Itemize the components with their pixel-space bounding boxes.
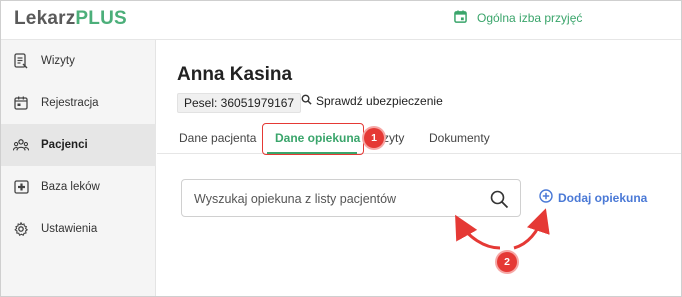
check-insurance-link[interactable]: Sprawdź ubezpieczenie (301, 94, 443, 108)
ward-selector[interactable]: Ogólna izba przyjęć (454, 10, 582, 26)
plus-circle-icon (539, 189, 553, 206)
search-icon[interactable] (488, 188, 510, 210)
calendar-icon (13, 95, 29, 111)
medical-cross-icon (13, 179, 29, 195)
add-guardian-label: Dodaj opiekuna (558, 190, 648, 205)
sidebar-item-wizyty[interactable]: Wizyty (1, 40, 156, 82)
calendar-icon (454, 10, 467, 26)
sidebar-item-ustawienia[interactable]: Ustawienia (1, 208, 156, 250)
sidebar-item-label: Baza leków (41, 181, 100, 193)
tab-dane-pacjenta[interactable]: Dane pacjenta (179, 131, 256, 145)
guardian-search-box (181, 179, 521, 217)
tab-dokumenty[interactable]: Dokumenty (429, 131, 490, 145)
annotation-badge-1: 1 (364, 128, 384, 148)
check-insurance-label: Sprawdź ubezpieczenie (316, 94, 443, 108)
sidebar-item-label: Ustawienia (41, 223, 98, 235)
sidebar-item-baza-lekow[interactable]: Baza leków (1, 166, 156, 208)
patient-name: Anna Kasina (177, 64, 293, 85)
app-logo[interactable]: LekarzPLUS (14, 8, 127, 30)
add-guardian-button[interactable]: Dodaj opiekuna (539, 189, 647, 206)
search-icon (301, 94, 312, 108)
tab-highlight-annotation (262, 123, 364, 155)
guardian-search-input[interactable] (194, 189, 474, 209)
people-icon (13, 137, 29, 153)
tab-bar: Dane pacjenta Dane opiekuna Wizyty Dokum… (157, 122, 681, 154)
sidebar-item-label: Wizyty (41, 55, 75, 67)
sidebar-item-label: Pacjenci (41, 139, 88, 151)
clipboard-icon (13, 53, 29, 69)
annotation-badge-2: 2 (497, 252, 517, 272)
pesel-badge: Pesel: 36051979167 (177, 93, 302, 113)
main-panel: Anna Kasina Pesel: 36051979167 Sprawdź u… (157, 40, 681, 296)
sidebar-item-pacjenci[interactable]: Pacjenci (1, 124, 156, 166)
top-bar: LekarzPLUS Ogólna izba przyjęć (1, 1, 681, 40)
sidebar: Wizyty Rejestracja Pacjenci Baza leków U… (1, 40, 156, 296)
sidebar-item-label: Rejestracja (41, 97, 99, 109)
ward-label: Ogólna izba przyjęć (477, 11, 583, 25)
gear-icon (13, 221, 29, 237)
sidebar-item-rejestracja[interactable]: Rejestracja (1, 82, 156, 124)
